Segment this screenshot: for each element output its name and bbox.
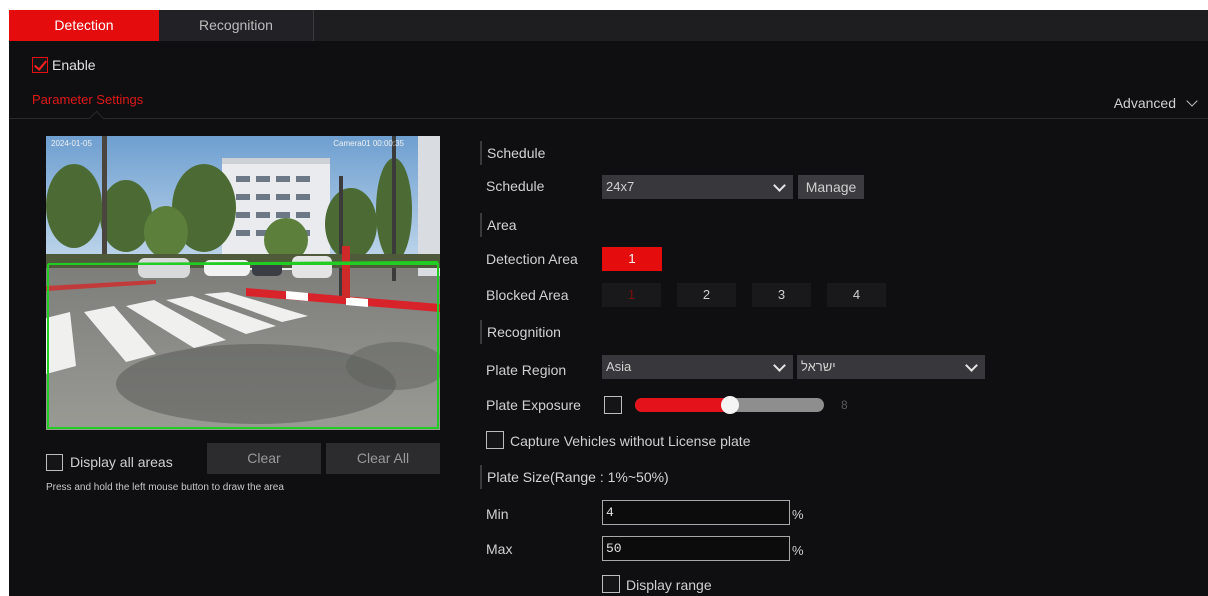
display-all-areas-label: Display all areas bbox=[70, 454, 173, 470]
blocked-area-button-3[interactable]: 3 bbox=[752, 283, 811, 307]
max-label: Max bbox=[486, 541, 513, 557]
section-divider bbox=[9, 118, 1208, 119]
blocked-area-button-1[interactable]: 1 bbox=[602, 283, 661, 307]
plate-region-value: Asia bbox=[606, 359, 632, 374]
plate-country-select[interactable]: ישראל bbox=[797, 355, 985, 379]
tab-bar: Detection Recognition bbox=[9, 10, 1208, 41]
area-section-title: Area bbox=[480, 213, 517, 237]
enable-label: Enable bbox=[52, 57, 96, 73]
chevron-down-icon bbox=[773, 179, 786, 192]
recognition-section-title: Recognition bbox=[480, 320, 561, 344]
camera-preview[interactable]: 2024-01-05 Camera01 00:00:35 bbox=[46, 136, 440, 430]
active-section-indicator bbox=[88, 110, 105, 127]
camera-timestamp-right: Camera01 00:00:35 bbox=[333, 139, 404, 148]
plate-exposure-slider[interactable] bbox=[635, 396, 824, 414]
plate-exposure-value: 8 bbox=[841, 398, 848, 412]
capture-without-plate-checkbox[interactable] bbox=[486, 431, 504, 449]
chevron-down-icon bbox=[773, 359, 786, 372]
advanced-toggle[interactable]: Advanced bbox=[1113, 94, 1198, 111]
blocked-area-button-4[interactable]: 4 bbox=[827, 283, 886, 307]
draw-area-hint: Press and hold the left mouse button to … bbox=[46, 482, 284, 493]
chevron-down-icon bbox=[1186, 94, 1198, 107]
schedule-select[interactable]: 24x7 bbox=[602, 175, 793, 199]
detection-area-label: Detection Area bbox=[486, 251, 578, 267]
parameter-settings-title[interactable]: Parameter Settings bbox=[32, 92, 143, 107]
detection-area-button-1[interactable]: 1 bbox=[602, 247, 662, 271]
plate-region-label: Plate Region bbox=[486, 362, 567, 378]
plate-region-select[interactable]: Asia bbox=[602, 355, 793, 379]
plate-country-value: ישראל bbox=[801, 359, 836, 374]
plate-exposure-label: Plate Exposure bbox=[486, 397, 581, 413]
schedule-value: 24x7 bbox=[606, 179, 635, 194]
max-size-input[interactable]: 50 bbox=[602, 536, 790, 561]
camera-timestamp-left: 2024-01-05 bbox=[51, 139, 92, 148]
clear-button[interactable]: Clear bbox=[207, 443, 321, 474]
min-percent-sign: % bbox=[792, 507, 804, 522]
detection-settings-panel: Detection Recognition Enable Parameter S… bbox=[9, 10, 1208, 596]
slider-knob[interactable] bbox=[721, 396, 739, 414]
schedule-section-title: Schedule bbox=[480, 141, 545, 165]
clear-all-button[interactable]: Clear All bbox=[326, 443, 440, 474]
display-range-checkbox[interactable] bbox=[602, 575, 620, 593]
blocked-area-label: Blocked Area bbox=[486, 287, 569, 303]
min-label: Min bbox=[486, 506, 509, 522]
tab-recognition[interactable]: Recognition bbox=[159, 10, 314, 41]
schedule-label: Schedule bbox=[486, 178, 545, 194]
tab-detection[interactable]: Detection bbox=[9, 10, 159, 41]
max-percent-sign: % bbox=[792, 543, 804, 558]
plate-size-section-title: Plate Size(Range : 1%~50%) bbox=[480, 465, 669, 489]
manage-button[interactable]: Manage bbox=[798, 175, 864, 199]
capture-without-plate-label: Capture Vehicles without License plate bbox=[510, 433, 751, 449]
enable-checkbox[interactable] bbox=[32, 57, 48, 73]
display-range-label: Display range bbox=[626, 577, 712, 593]
display-all-areas-checkbox[interactable] bbox=[46, 453, 63, 471]
camera-scene bbox=[46, 136, 440, 430]
advanced-label: Advanced bbox=[1113, 95, 1176, 111]
display-all-areas-row: Display all areas bbox=[46, 448, 173, 476]
min-size-input[interactable]: 4 bbox=[602, 500, 790, 525]
slider-fill bbox=[635, 398, 730, 412]
chevron-down-icon bbox=[965, 359, 978, 372]
blocked-area-button-2[interactable]: 2 bbox=[677, 283, 736, 307]
enable-row: Enable bbox=[32, 55, 96, 75]
plate-exposure-checkbox[interactable] bbox=[604, 396, 622, 414]
